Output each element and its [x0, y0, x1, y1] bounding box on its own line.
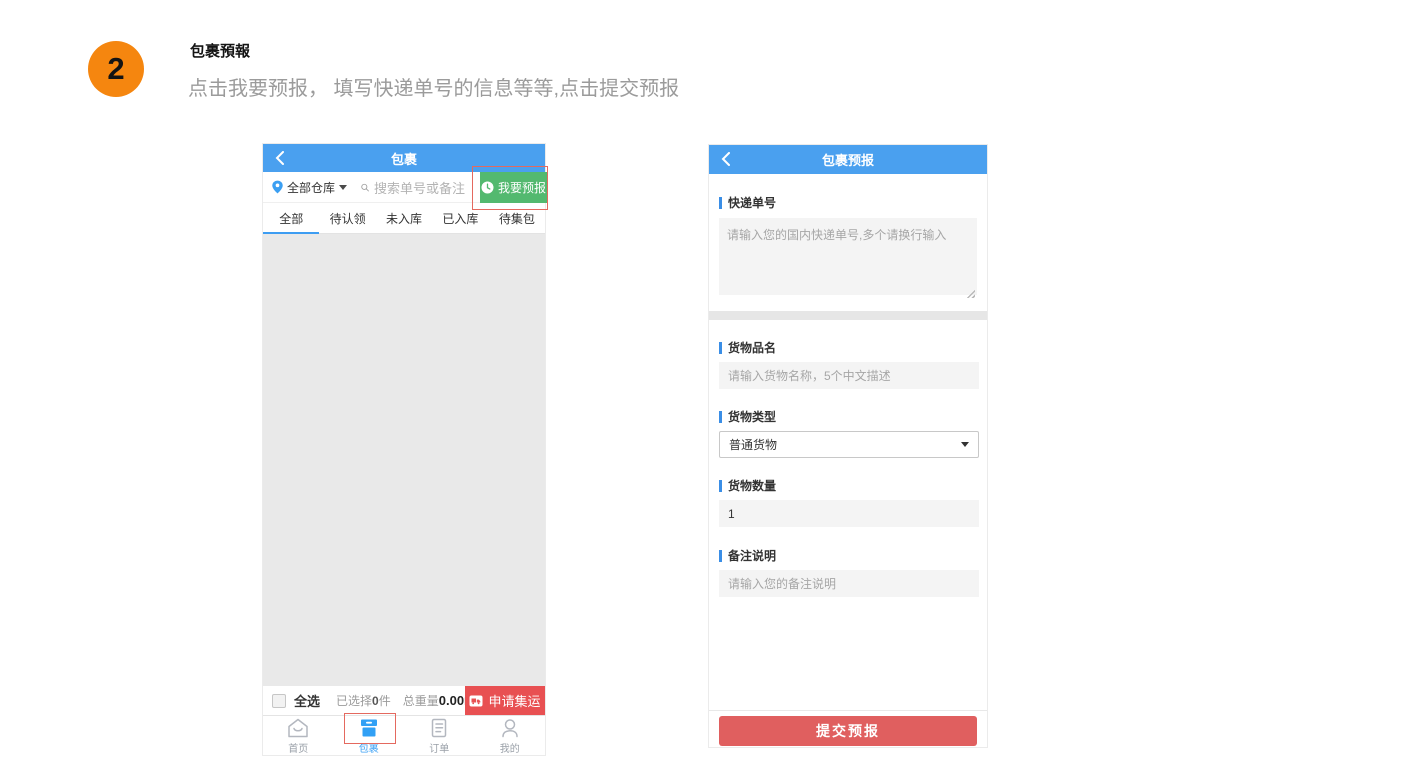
package-icon: [357, 717, 381, 739]
form-footer: 提交预报: [709, 710, 987, 747]
weight-label: 总重量: [403, 694, 439, 708]
search-placeholder: 搜索单号或备注: [374, 178, 465, 197]
nav-orders-label: 订单: [429, 740, 449, 755]
label-bar: [719, 197, 722, 209]
weight-value: 0.00: [439, 693, 464, 708]
orders-icon: [427, 717, 451, 739]
nav-packages-label: 包裹: [359, 740, 379, 755]
profile-icon: [498, 717, 522, 739]
goods-quantity-input[interactable]: [719, 500, 979, 527]
goods-quantity-label-text: 货物数量: [728, 477, 776, 494]
right-phone-title: 包裹预报: [822, 150, 874, 169]
forecast-button-label: 我要预报: [498, 179, 546, 196]
tab-pending-pack[interactable]: 待集包: [489, 203, 545, 233]
back-icon[interactable]: [275, 151, 284, 170]
nav-packages[interactable]: 包裹: [334, 716, 405, 755]
search-input[interactable]: 搜索单号或备注: [361, 178, 465, 197]
chevron-down-icon: [339, 185, 347, 190]
step-number-badge: 2: [88, 41, 144, 97]
chevron-down-icon: [961, 442, 969, 447]
nav-profile-label: 我的: [500, 740, 520, 755]
nav-home-label: 首页: [288, 740, 308, 755]
selected-count: 0: [372, 694, 379, 708]
back-icon[interactable]: [721, 152, 730, 171]
total-weight-text: 总重量0.00kg: [403, 692, 475, 709]
tracking-number-label: 快递单号: [719, 194, 977, 211]
goods-type-label-text: 货物类型: [728, 408, 776, 425]
selected-count-text: 已选择0件: [336, 692, 391, 709]
tab-not-in-warehouse[interactable]: 未入库: [376, 203, 432, 233]
label-bar: [719, 550, 722, 562]
tab-pending-claim[interactable]: 待认领: [319, 203, 375, 233]
step-description: 点击我要预报， 填写快递单号的信息等等,点击提交预报: [188, 72, 679, 101]
selection-bar: 全选 已选择0件 总重量0.00kg 申请集运: [263, 686, 545, 715]
goods-type-label: 货物类型: [719, 408, 977, 425]
package-tabs: 全部 待认领 未入库 已入库 待集包: [263, 203, 545, 234]
forecast-form: 快递单号 货物品名 货物类型 普通货物 货物数量 备注说明: [709, 174, 987, 747]
clock-icon: [481, 181, 494, 194]
submit-forecast-button[interactable]: 提交预报: [719, 716, 977, 746]
goods-name-label: 货物品名: [719, 339, 977, 356]
left-phone-title: 包裹: [391, 149, 417, 168]
selected-prefix: 已选择: [336, 694, 372, 708]
selected-suffix: 件: [379, 694, 391, 708]
tab-all[interactable]: 全部: [263, 203, 319, 233]
forecast-button[interactable]: 我要预报: [480, 172, 547, 203]
goods-quantity-label: 货物数量: [719, 477, 977, 494]
remarks-label-text: 备注说明: [728, 547, 776, 564]
package-list-screen: 包裹 全部仓库 搜索单号或备注 我要预报 全部 待认领 未入库 已入库 待集包 …: [262, 143, 546, 756]
apply-consolidation-button[interactable]: 申请集运: [465, 686, 545, 715]
package-forecast-screen: 包裹预报 快递单号 货物品名 货物类型 普通货物 货物数量: [708, 144, 988, 748]
warehouse-dropdown-label: 全部仓库: [287, 179, 335, 196]
warehouse-dropdown[interactable]: 全部仓库: [272, 179, 347, 196]
goods-name-label-text: 货物品名: [728, 339, 776, 356]
tab-in-warehouse[interactable]: 已入库: [432, 203, 488, 233]
home-icon: [286, 717, 310, 739]
empty-package-list: [263, 234, 545, 686]
truck-icon: [469, 695, 483, 707]
right-phone-header: 包裹预报: [709, 145, 987, 174]
tracking-number-textarea[interactable]: [719, 218, 977, 295]
nav-profile[interactable]: 我的: [475, 716, 546, 755]
goods-type-select[interactable]: 普通货物: [719, 431, 979, 458]
select-all-checkbox[interactable]: [272, 694, 286, 708]
goods-type-selected-value: 普通货物: [729, 436, 777, 453]
bottom-navigation: 首页 包裹 订单 我的: [263, 715, 545, 755]
label-bar: [719, 342, 722, 354]
left-phone-header: 包裹: [263, 144, 545, 172]
remarks-input[interactable]: [719, 570, 979, 597]
section-divider: [709, 311, 987, 320]
nav-home[interactable]: 首页: [263, 716, 334, 755]
goods-name-input[interactable]: [719, 362, 979, 389]
remarks-label: 备注说明: [719, 547, 977, 564]
step-title: 包裹預報: [190, 40, 250, 61]
location-pin-icon: [272, 180, 283, 194]
select-all-label: 全选: [294, 691, 320, 710]
nav-orders[interactable]: 订单: [404, 716, 475, 755]
label-bar: [719, 411, 722, 423]
apply-consolidation-label: 申请集运: [488, 691, 540, 710]
search-icon: [361, 181, 369, 194]
label-bar: [719, 480, 722, 492]
tracking-number-label-text: 快递单号: [728, 194, 776, 211]
